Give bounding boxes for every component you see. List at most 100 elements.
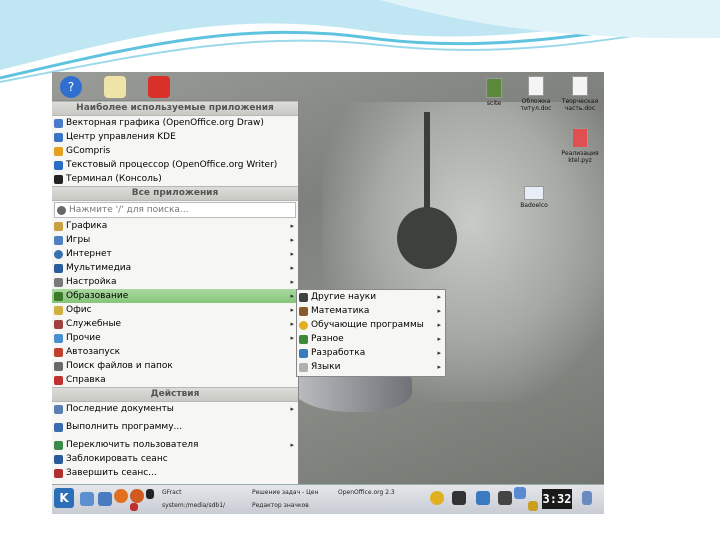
autostart-icon xyxy=(54,348,63,357)
task-gfract[interactable]: GFract xyxy=(162,488,242,498)
terminal-icon xyxy=(54,175,63,184)
submenu-item-development[interactable]: Разработка ▸ xyxy=(297,346,445,360)
document-icon xyxy=(572,76,588,96)
menu-header-actions: Действия xyxy=(52,387,298,402)
browser-icon[interactable] xyxy=(114,489,128,503)
help-icon[interactable]: ? xyxy=(60,76,82,98)
menu-item-recent-docs[interactable]: Последние документы ▸ xyxy=(52,402,298,416)
home-icon[interactable] xyxy=(98,492,112,506)
menu-item-autostart[interactable]: Автозапуск xyxy=(52,345,298,359)
menu-item-logout[interactable]: Завершить сеанс... xyxy=(52,466,298,480)
window-icon xyxy=(524,186,544,200)
submenu-item-label: Разработка xyxy=(311,348,366,358)
menu-item-label: Текстовый процессор (OpenOffice.org Writ… xyxy=(66,160,278,170)
settings-icon xyxy=(54,278,63,287)
other-icon xyxy=(54,334,63,343)
chevron-right-icon: ▸ xyxy=(290,334,294,342)
lock-icon xyxy=(54,455,63,464)
desktop-icon-badoelco[interactable]: Badoelco xyxy=(512,186,556,209)
desktop-icon-title-doc[interactable]: Обложка титул.doc xyxy=(514,76,558,112)
desktop-icon-label: Реализация ktel.pyz xyxy=(561,150,599,164)
help-icon xyxy=(54,376,63,385)
development-icon xyxy=(299,349,308,358)
menu-item-lock[interactable]: Заблокировать сеанс xyxy=(52,452,298,466)
switch-user-icon xyxy=(54,441,63,450)
menu-item-find-files[interactable]: Поиск файлов и папок xyxy=(52,359,298,373)
menu-item-terminal[interactable]: Терминал (Консоль) xyxy=(52,172,298,186)
pdf-icon[interactable] xyxy=(130,503,138,511)
panel-handle-icon[interactable] xyxy=(582,491,592,505)
menu-item-draw[interactable]: Векторная графика (OpenOffice.org Draw) xyxy=(52,116,298,130)
menu-item-label: Векторная графика (OpenOffice.org Draw) xyxy=(66,118,264,128)
task-label: Редактор значков xyxy=(252,502,309,509)
menu-category-multimedia[interactable]: Мультимедиа ▸ xyxy=(52,261,298,275)
weather-icon[interactable] xyxy=(430,491,444,505)
menu-category-education[interactable]: Образование ▸ xyxy=(52,289,298,303)
kde-menu: Наиболее используемые приложения Векторн… xyxy=(52,100,299,485)
menu-item-run[interactable]: Выполнить программу... xyxy=(52,420,298,434)
languages-icon xyxy=(299,363,308,372)
office-icon xyxy=(54,306,63,315)
menu-item-label: Служебные xyxy=(66,319,122,329)
games-icon xyxy=(54,236,63,245)
document-icon xyxy=(528,76,544,96)
menu-item-switch-user[interactable]: Переключить пользователя ▸ xyxy=(52,438,298,452)
menu-search-input[interactable]: Нажмите '/' для поиска... xyxy=(54,202,296,218)
chevron-right-icon: ▸ xyxy=(437,307,441,315)
search-placeholder: Нажмите '/' для поиска... xyxy=(69,205,189,215)
clipboard-icon[interactable] xyxy=(452,491,466,505)
menu-item-label: Поиск файлов и папок xyxy=(66,361,173,371)
task-solve[interactable]: Решение задач - Цен xyxy=(252,488,332,498)
menu-item-label: Выполнить программу... xyxy=(66,422,183,432)
kde-start-button[interactable]: K xyxy=(54,488,74,508)
presentation-icon xyxy=(572,128,588,148)
task-label: system:/media/sdb1/ xyxy=(162,502,226,509)
menu-item-kde-control[interactable]: Центр управления KDE xyxy=(52,130,298,144)
graphics-icon xyxy=(54,222,63,231)
submenu-item-learning[interactable]: Обучающие программы ▸ xyxy=(297,318,445,332)
desktop-icon-creative-doc[interactable]: Творческая часть.doc xyxy=(558,76,602,112)
task-label: OpenOffice.org 2.3 xyxy=(338,489,395,496)
network-icon[interactable] xyxy=(476,491,490,505)
menu-item-writer[interactable]: Текстовый процессор (OpenOffice.org Writ… xyxy=(52,158,298,172)
keyboard-icon[interactable] xyxy=(514,487,526,499)
firefox-icon[interactable] xyxy=(130,489,144,503)
submenu-item-languages[interactable]: Языки ▸ xyxy=(297,360,445,374)
menu-item-help[interactable]: Справка xyxy=(52,373,298,387)
submenu-item-misc[interactable]: Разное ▸ xyxy=(297,332,445,346)
menu-category-office[interactable]: Офис ▸ xyxy=(52,303,298,317)
desktop-icon-ktel[interactable]: Реализация ktel.pyz xyxy=(558,128,602,164)
chevron-right-icon: ▸ xyxy=(437,349,441,357)
task-icon-editor[interactable]: Редактор значков xyxy=(252,501,342,511)
menu-category-settings[interactable]: Настройка ▸ xyxy=(52,275,298,289)
pdf-icon[interactable] xyxy=(148,76,170,98)
desktop-icon-scite[interactable]: scite xyxy=(472,78,516,107)
desktop-icon[interactable] xyxy=(80,492,94,506)
chevron-right-icon: ▸ xyxy=(437,335,441,343)
education-submenu: Другие науки ▸ Математика ▸ Обучающие прог… xyxy=(296,289,446,377)
terminal-icon[interactable] xyxy=(146,489,154,499)
menu-category-graphics[interactable]: Графика ▸ xyxy=(52,219,298,233)
chevron-right-icon: ▸ xyxy=(290,250,294,258)
menu-item-gcompris[interactable]: GCompris xyxy=(52,144,298,158)
menu-category-games[interactable]: Игры ▸ xyxy=(52,233,298,247)
task-openoffice[interactable]: OpenOffice.org 2.3 xyxy=(338,488,418,498)
submenu-item-other-sciences[interactable]: Другие науки ▸ xyxy=(297,290,445,304)
chevron-right-icon: ▸ xyxy=(437,363,441,371)
notes-icon[interactable] xyxy=(104,76,126,98)
chevron-right-icon: ▸ xyxy=(290,405,294,413)
menu-item-label: Справка xyxy=(66,375,106,385)
menu-category-internet[interactable]: Интернет ▸ xyxy=(52,247,298,261)
misc-icon xyxy=(299,335,308,344)
task-media[interactable]: system:/media/sdb1/ xyxy=(162,501,252,511)
multimedia-icon xyxy=(54,264,63,273)
battery-icon[interactable] xyxy=(528,501,538,511)
menu-item-label: Последние документы xyxy=(66,404,174,414)
taskbar: K GFract Решение задач - Цен OpenOffice.… xyxy=(52,484,604,514)
lamp-head-reflection xyxy=(397,207,457,269)
menu-category-other[interactable]: Прочие ▸ xyxy=(52,331,298,345)
volume-icon[interactable] xyxy=(498,491,512,505)
sciences-icon xyxy=(299,293,308,302)
menu-category-utilities[interactable]: Служебные ▸ xyxy=(52,317,298,331)
submenu-item-math[interactable]: Математика ▸ xyxy=(297,304,445,318)
